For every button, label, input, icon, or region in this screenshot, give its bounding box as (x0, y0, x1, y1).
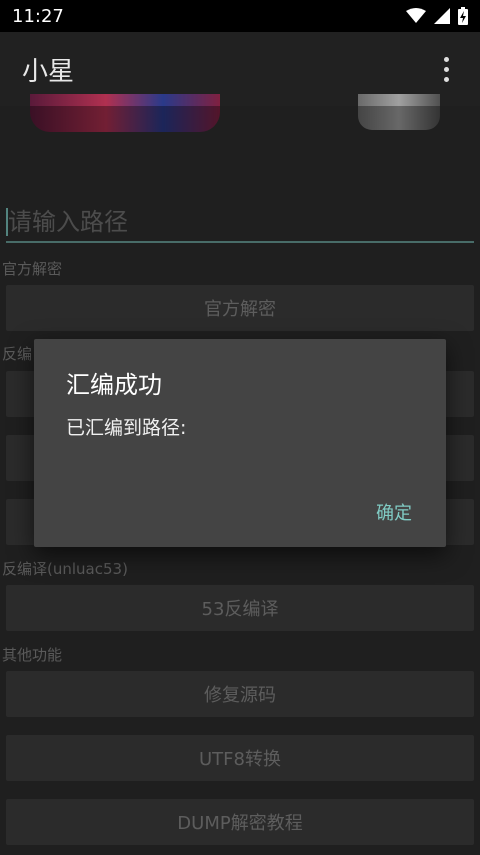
confirm-button[interactable]: 确定 (372, 495, 416, 529)
dialog-message: 已汇编到路径: (66, 417, 187, 439)
signal-icon (434, 8, 450, 24)
app-title: 小星 (22, 56, 75, 87)
status-time: 11:27 (12, 5, 64, 27)
battery-icon (458, 7, 468, 25)
status-icons (406, 7, 468, 25)
status-bar: 11:27 (0, 0, 480, 32)
overflow-menu-icon[interactable] (434, 49, 458, 89)
dialog-title: 汇编成功 (66, 371, 162, 399)
assemble-success-dialog: 汇编成功 已汇编到路径: 确定 (34, 339, 446, 547)
wifi-icon (406, 8, 426, 23)
